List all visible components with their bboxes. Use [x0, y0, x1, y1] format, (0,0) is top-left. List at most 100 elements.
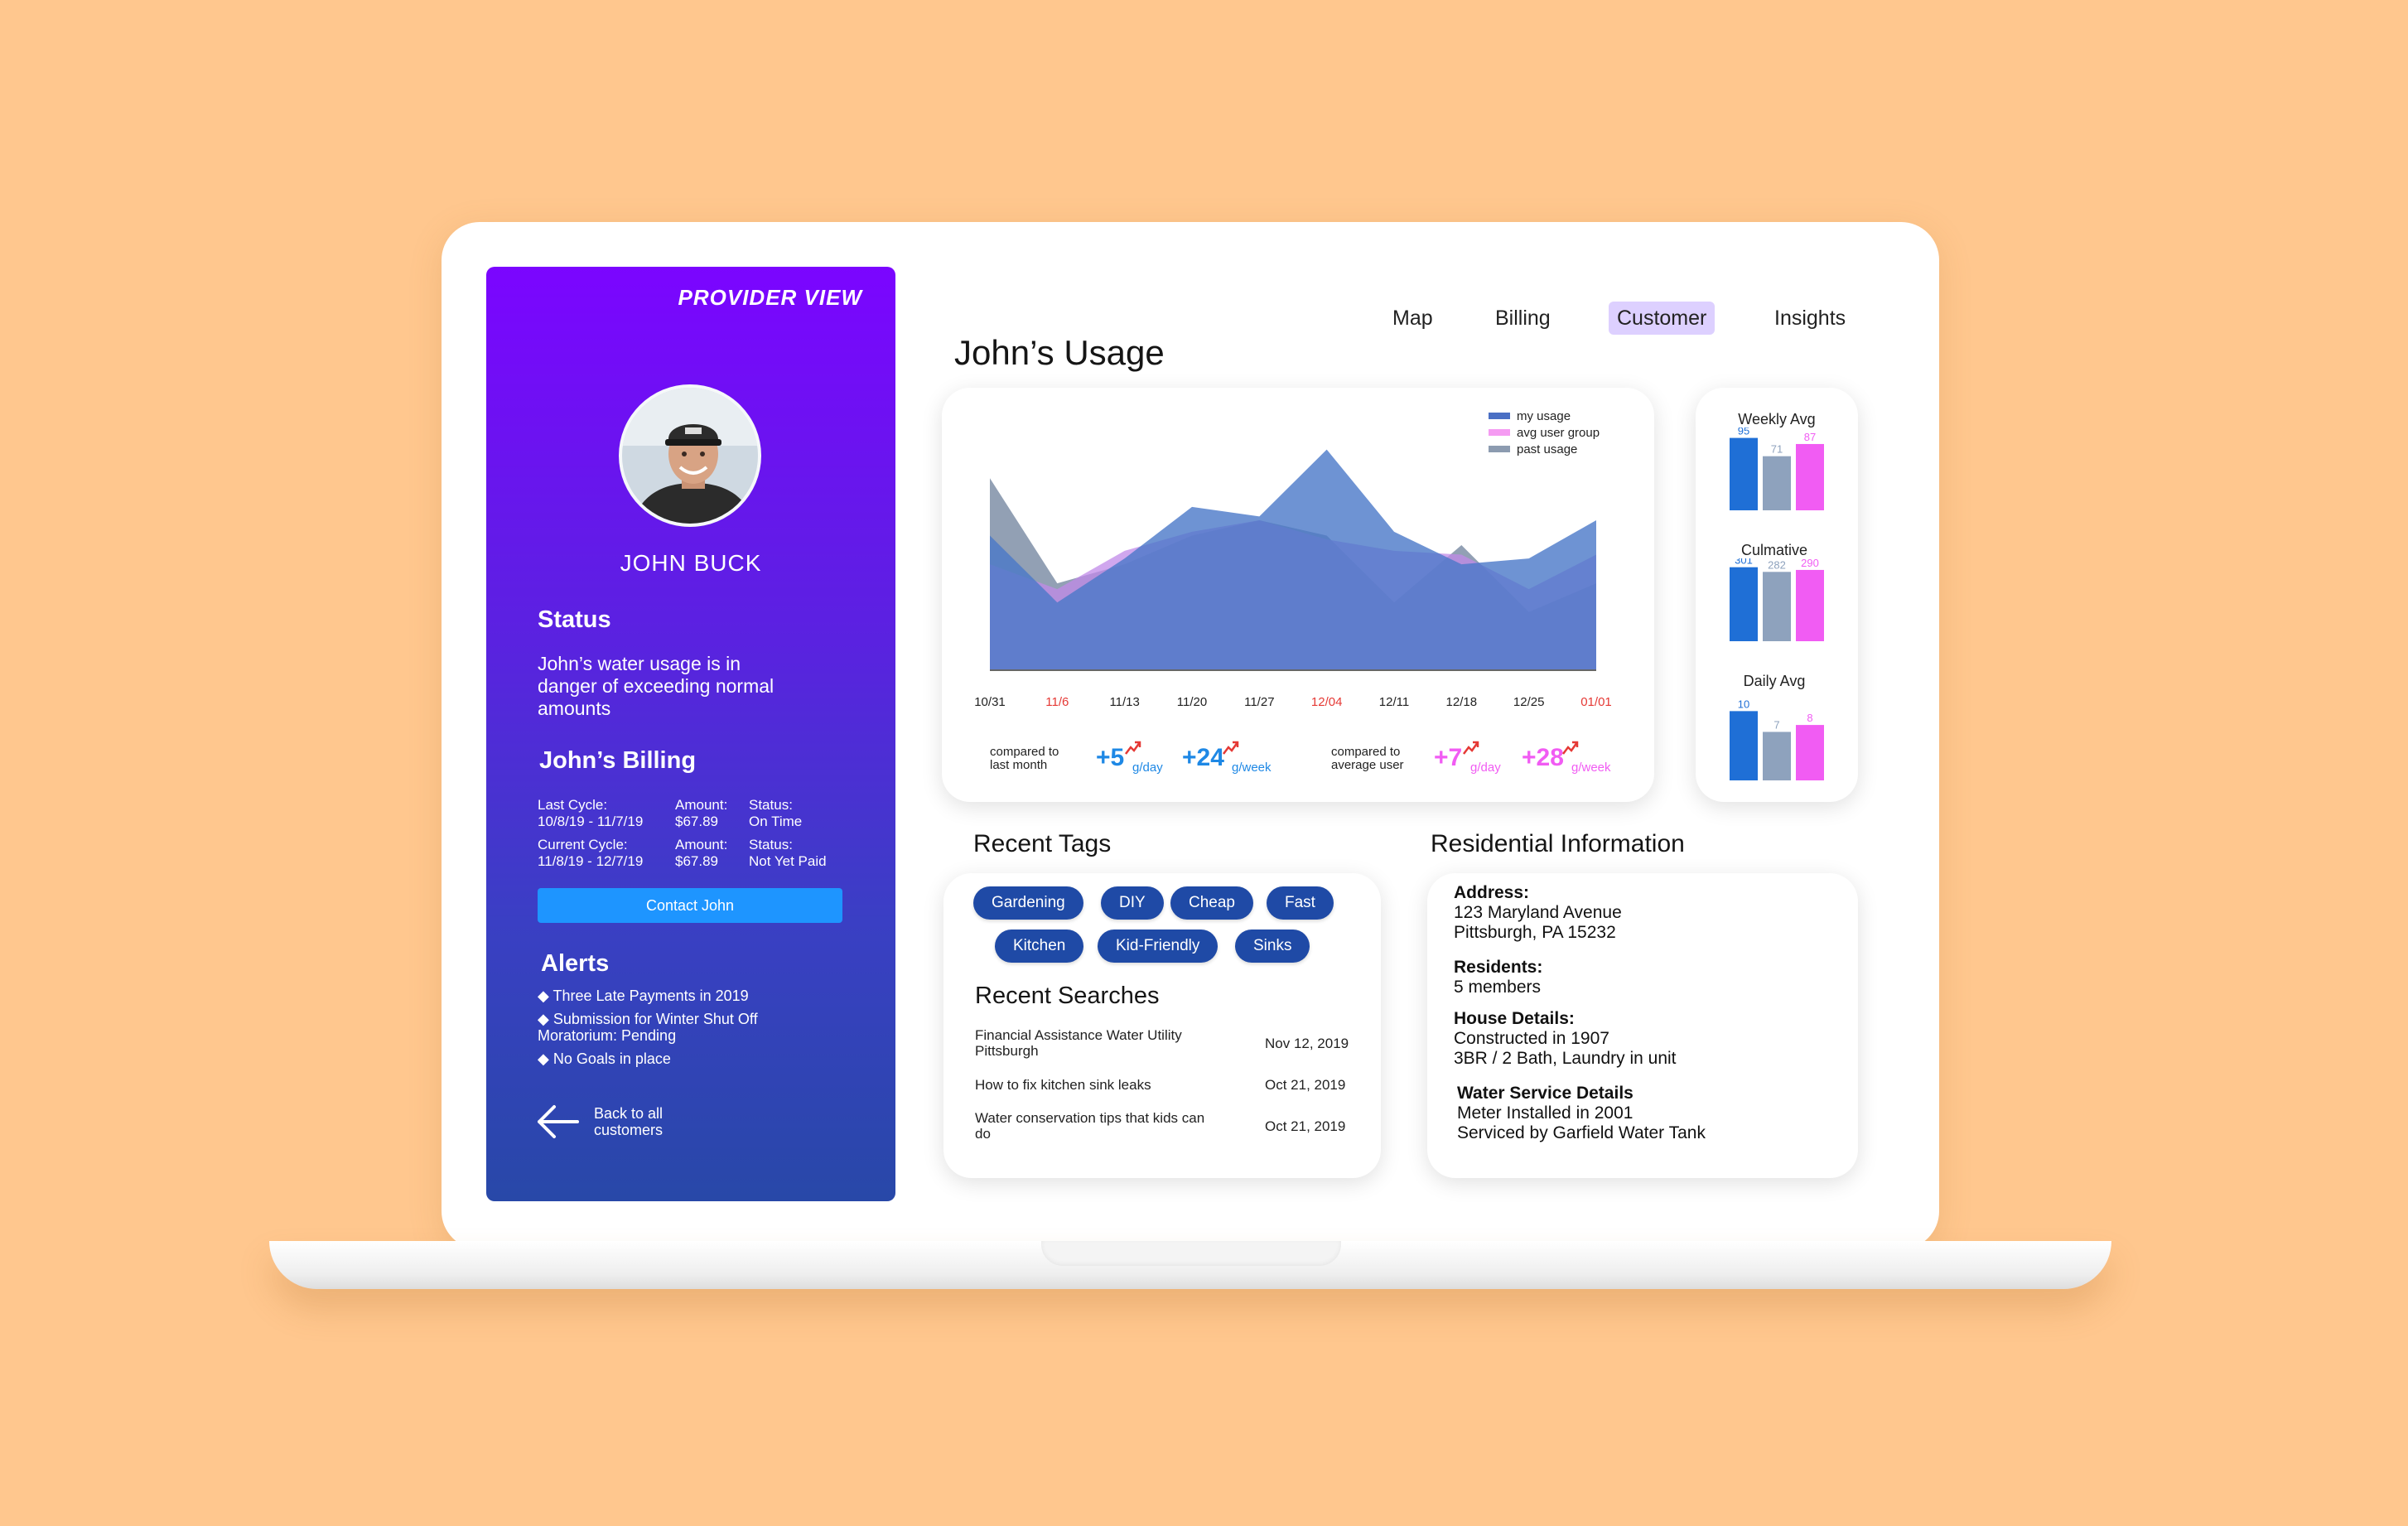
last-cycle-label: Last Cycle: — [538, 797, 608, 813]
area-series-my-usage — [990, 449, 1596, 669]
tag-cheap[interactable]: Cheap — [1170, 886, 1253, 920]
billing-heading: John’s Billing — [539, 747, 697, 774]
bar-value-label: 87 — [1804, 431, 1816, 443]
bar-value-label: 290 — [1801, 558, 1819, 569]
residential-card: Address: 123 Maryland Avenue Pittsburgh,… — [1427, 873, 1858, 1178]
house-details-label: House Details: — [1454, 1009, 1575, 1028]
bar-value-label: 282 — [1768, 558, 1786, 571]
chart-legend: my usage avg user group past usage — [1489, 408, 1600, 457]
current-cycle-label: Current Cycle: — [538, 837, 628, 852]
weekly-avg-chart: 95 71 87 — [1730, 427, 1824, 510]
water-service-label: Water Service Details — [1457, 1084, 1633, 1103]
tag-diy[interactable]: DIY — [1101, 886, 1164, 920]
tag-gardening[interactable]: Gardening — [973, 886, 1083, 920]
avatar — [619, 384, 761, 527]
nav-billing[interactable]: Billing — [1487, 302, 1559, 335]
customer-sidebar: PROVIDER VIEW JOHN BUCK Status John’s wa… — [486, 267, 895, 1201]
search-row[interactable]: Water conservation tips that kids can do… — [975, 1110, 1348, 1142]
legend-avg-user-group: avg user group — [1517, 425, 1600, 440]
laptop-notch — [1041, 1241, 1341, 1266]
x-tick-label: 11/6 — [1045, 695, 1069, 709]
bar-value-label: 71 — [1771, 443, 1783, 456]
alerts-list: ◆ Three Late Payments in 2019 ◆ Submissi… — [538, 988, 852, 1074]
search-row[interactable]: Financial Assistance Water Utility Pitts… — [975, 1027, 1349, 1059]
month-week-unit: g/week — [1232, 761, 1272, 775]
back-label: Back to all customers — [594, 1105, 664, 1138]
bar-value-label: 95 — [1738, 427, 1749, 437]
house-details-line-1: Constructed in 1907 — [1454, 1029, 1609, 1048]
last-status: On Time — [749, 814, 803, 829]
alerts-heading: Alerts — [541, 950, 610, 977]
x-tick-label: 11/13 — [1109, 695, 1139, 709]
last-amount-label: Amount: — [675, 797, 728, 813]
tags-searches-card: Gardening DIY Cheap Fast Kitchen Kid-Fri… — [943, 873, 1381, 1178]
bar — [1796, 569, 1824, 641]
month-day-unit: g/day — [1132, 761, 1163, 775]
tag-kitchen[interactable]: Kitchen — [995, 930, 1084, 963]
legend-past-usage: past usage — [1517, 442, 1578, 456]
address-label: Address: — [1454, 883, 1530, 902]
search-query: Financial Assistance Water Utility Pitts… — [975, 1027, 1182, 1059]
x-tick-label: 01/01 — [1580, 695, 1612, 709]
arrow-left-icon — [538, 1105, 579, 1138]
residential-heading: Residential Information — [1431, 830, 1685, 857]
alert-item: ◆ No Goals in place — [538, 1050, 671, 1067]
bar-value-label: 10 — [1738, 698, 1749, 710]
x-tick-label: 11/27 — [1244, 695, 1274, 709]
search-query: Water conservation tips that kids can do — [975, 1110, 1205, 1142]
residents-value: 5 members — [1454, 978, 1542, 997]
tag-kid-friendly[interactable]: Kid-Friendly — [1098, 930, 1218, 963]
month-week-value: +24 — [1182, 744, 1224, 771]
house-details-block: House Details: Constructed in 1907 3BR /… — [1454, 1009, 1677, 1069]
top-nav: Map Billing Customer Insights — [486, 302, 1899, 338]
search-date: Oct 21, 2019 — [1265, 1118, 1346, 1134]
bar-value-label: 301 — [1735, 558, 1753, 567]
residents-label: Residents: — [1454, 958, 1543, 977]
residents-block: Residents: 5 members — [1454, 958, 1542, 997]
bar — [1730, 437, 1758, 510]
tag-fast[interactable]: Fast — [1267, 886, 1334, 920]
cumulative-title: Culmative — [1740, 542, 1808, 558]
tag-sinks[interactable]: Sinks — [1235, 930, 1310, 963]
alert-item: ◆ Three Late Payments in 2019 — [538, 988, 749, 1004]
nav-insights[interactable]: Insights — [1766, 302, 1854, 335]
bar — [1730, 567, 1758, 641]
x-tick-label: 12/25 — [1513, 695, 1545, 709]
last-status-label: Status: — [749, 797, 793, 813]
search-date: Nov 12, 2019 — [1265, 1036, 1349, 1051]
search-row[interactable]: How to fix kitchen sink leaks Oct 21, 20… — [975, 1077, 1348, 1093]
alert-item: ◆ Submission for Winter Shut Off Morator… — [538, 1011, 758, 1044]
back-to-customers-link[interactable]: Back to all customers — [534, 1103, 685, 1140]
x-tick-label: 12/18 — [1446, 695, 1478, 709]
nav-map[interactable]: Map — [1384, 302, 1441, 335]
search-date: Oct 21, 2019 — [1265, 1077, 1346, 1093]
page-title: John’s Usage — [954, 333, 1165, 372]
bar — [1763, 456, 1791, 510]
current-amount-label: Amount: — [675, 837, 728, 852]
avg-week-unit: g/week — [1571, 761, 1611, 775]
usage-chart-card: 10/31 11/6 11/13 11/20 11/27 12/04 12/11 12/18 1… — [942, 388, 1654, 802]
legend-my-usage: my usage — [1517, 408, 1571, 423]
recent-searches-heading: Recent Searches — [975, 983, 1160, 1009]
trend-up-icon — [1223, 741, 1239, 755]
avg-day-value: +7 — [1434, 744, 1463, 771]
current-amount: $67.89 — [675, 853, 718, 869]
cumulative-chart: 301 282 290 — [1730, 558, 1824, 641]
water-service-line-1: Meter Installed in 2001 — [1457, 1103, 1633, 1123]
compare-avg-label: compared to average user — [1331, 745, 1404, 772]
avg-day-unit: g/day — [1470, 761, 1501, 775]
summary-bars-card: Weekly Avg 95 71 87 Culmative 301 282 290 Da… — [1696, 388, 1858, 802]
address-block: Address: 123 Maryland Avenue Pittsburgh,… — [1454, 883, 1622, 943]
contact-button[interactable]: Contact John — [538, 888, 842, 923]
compare-month-label: compared to last month — [990, 745, 1059, 772]
month-day-value: +5 — [1096, 744, 1125, 771]
nav-customer[interactable]: Customer — [1609, 302, 1716, 335]
current-status: Not Yet Paid — [749, 853, 827, 869]
avg-week-value: +28 — [1522, 744, 1564, 771]
search-query: How to fix kitchen sink leaks — [975, 1077, 1151, 1093]
house-details-line-2: 3BR / 2 Bath, Laundry in unit — [1454, 1049, 1677, 1068]
x-tick-label: 12/11 — [1379, 695, 1409, 709]
bar — [1763, 572, 1791, 641]
bar-value-label: 7 — [1773, 718, 1779, 731]
current-cycle-dates: 11/8/19 - 12/7/19 — [538, 853, 644, 869]
